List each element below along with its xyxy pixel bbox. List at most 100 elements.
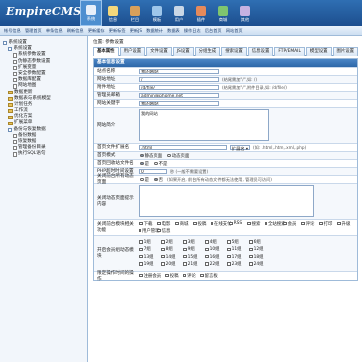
checkbox[interactable] <box>301 221 305 226</box>
settings-tab[interactable]: FTP/EMAIL <box>274 47 305 56</box>
group-option[interactable]: 23组 <box>227 261 249 267</box>
checkbox[interactable] <box>247 221 251 226</box>
module-option[interactable]: 评论 <box>301 221 319 227</box>
checkbox[interactable] <box>161 240 165 245</box>
group-option[interactable]: 21组 <box>183 261 205 267</box>
checkbox[interactable] <box>139 247 143 252</box>
module-option[interactable]: 打印 <box>319 221 337 227</box>
group-option[interactable]: 9组 <box>183 246 205 252</box>
opt-no-radio[interactable] <box>154 161 158 166</box>
group-option[interactable]: 10组 <box>205 246 227 252</box>
checkbox[interactable] <box>139 254 143 259</box>
checkbox[interactable] <box>183 261 187 266</box>
desc-textarea[interactable]: 我的网站 <box>139 109 269 141</box>
subnav-link[interactable]: 更新缓存 <box>88 28 105 34</box>
checkbox[interactable] <box>139 240 143 245</box>
module-option[interactable]: RSS <box>229 221 247 227</box>
php-time-input[interactable]: 0 <box>139 168 167 175</box>
subnav-link[interactable]: 数据统计 <box>146 28 163 34</box>
group-option[interactable]: 2组 <box>161 239 183 245</box>
checkbox[interactable] <box>205 240 209 245</box>
group-option[interactable]: 3组 <box>183 239 205 245</box>
subnav-link[interactable]: 更新JS <box>130 28 142 34</box>
module-option[interactable]: 信息 <box>157 228 175 234</box>
subnav-link[interactable]: 管理首页 <box>25 28 42 34</box>
group-option[interactable]: 11组 <box>227 246 249 252</box>
checkbox[interactable] <box>249 240 253 245</box>
top-nav-item[interactable]: 模板 <box>146 0 168 26</box>
checkbox[interactable] <box>227 247 231 252</box>
top-nav-item[interactable]: 其他 <box>234 0 256 26</box>
checkbox[interactable] <box>205 261 209 266</box>
module-option[interactable]: 全站搜索 <box>265 221 286 227</box>
checkbox[interactable] <box>265 221 267 226</box>
email-input[interactable]: admin@phome.net <box>139 92 219 98</box>
group-option[interactable]: 15组 <box>183 254 205 260</box>
top-nav-item[interactable]: 用户 <box>168 0 190 26</box>
settings-tab[interactable]: 基本属性 <box>93 47 119 56</box>
group-option[interactable]: 12组 <box>249 246 271 252</box>
subnav-link[interactable]: 数据表 <box>167 28 180 34</box>
checkbox[interactable] <box>139 221 143 226</box>
checkbox[interactable] <box>161 261 165 266</box>
settings-tab[interactable]: 用户设置 <box>119 47 146 56</box>
checkbox[interactable] <box>205 254 209 259</box>
ext-select[interactable]: 扩展名 ▾ <box>230 144 251 151</box>
index-mode-dynamic-radio[interactable] <box>167 153 171 158</box>
checkbox[interactable] <box>139 228 141 233</box>
checkbox[interactable] <box>157 221 161 226</box>
settings-tab[interactable]: 搜索设置 <box>221 47 247 56</box>
checkbox[interactable] <box>183 247 187 252</box>
checkbox[interactable] <box>199 273 204 278</box>
index-ext-input[interactable]: .html <box>139 144 227 151</box>
module-option[interactable]: 搜索 <box>247 221 265 227</box>
settings-tab[interactable]: 分组生成 <box>194 47 221 56</box>
attach-input[interactable]: /d/file/ <box>139 84 219 91</box>
opt-yes-radio[interactable] <box>140 161 144 166</box>
checkbox[interactable] <box>283 221 287 226</box>
settings-tab[interactable]: 文件设置 <box>146 47 172 56</box>
checkbox[interactable] <box>205 247 209 252</box>
checkbox[interactable] <box>139 273 143 278</box>
group-option[interactable]: 22组 <box>205 261 227 267</box>
settings-tab[interactable]: 模型设置 <box>305 47 332 56</box>
close-yes-radio[interactable] <box>140 177 144 182</box>
checkbox[interactable] <box>183 254 187 259</box>
top-nav-item[interactable]: 栏目 <box>124 0 146 26</box>
group-option[interactable]: 6组 <box>249 239 271 245</box>
subnav-link[interactable]: 帐号信息 <box>4 28 21 34</box>
group-option[interactable]: 7组 <box>139 246 161 252</box>
module-option[interactable]: 升级 <box>337 221 355 227</box>
top-nav-item[interactable]: 插件 <box>190 0 212 26</box>
group-option[interactable]: 8组 <box>161 246 183 252</box>
checkbox[interactable] <box>211 221 213 226</box>
checkbox[interactable] <box>183 240 187 245</box>
subnav-link[interactable]: 后台首页 <box>205 28 222 34</box>
close-tip-textarea[interactable] <box>139 185 314 217</box>
group-option[interactable]: 4组 <box>205 239 227 245</box>
group-option[interactable]: 19组 <box>139 261 161 267</box>
module-option[interactable]: 投稿 <box>193 221 211 227</box>
settings-tab[interactable]: JS设置 <box>172 47 194 56</box>
subnav-link[interactable]: 单条信息 <box>46 28 63 34</box>
operate-option[interactable]: 评论 <box>182 273 196 279</box>
module-option[interactable]: 在线支付 <box>211 221 232 227</box>
group-option[interactable]: 13组 <box>139 254 161 260</box>
checkbox[interactable] <box>193 221 197 226</box>
keywords-input[interactable]: 我的网站 <box>139 100 219 106</box>
subnav-link[interactable]: 更新标签 <box>109 28 126 34</box>
subnav-link[interactable]: 刷新信息 <box>67 28 84 34</box>
group-option[interactable]: 14组 <box>161 254 183 260</box>
group-option[interactable]: 24组 <box>249 261 271 267</box>
module-option[interactable]: 用户管理 <box>139 228 160 234</box>
top-nav-item[interactable]: 商城 <box>212 0 234 26</box>
checkbox[interactable] <box>319 221 323 226</box>
group-option[interactable]: 1组 <box>139 239 161 245</box>
group-option[interactable]: 18组 <box>249 254 271 260</box>
site-url-input[interactable]: / <box>139 76 219 83</box>
checkbox[interactable] <box>139 261 143 266</box>
checkbox[interactable] <box>249 247 253 252</box>
module-option[interactable]: 电影 <box>157 221 175 227</box>
checkbox[interactable] <box>157 228 161 233</box>
close-no-radio[interactable] <box>154 177 158 182</box>
